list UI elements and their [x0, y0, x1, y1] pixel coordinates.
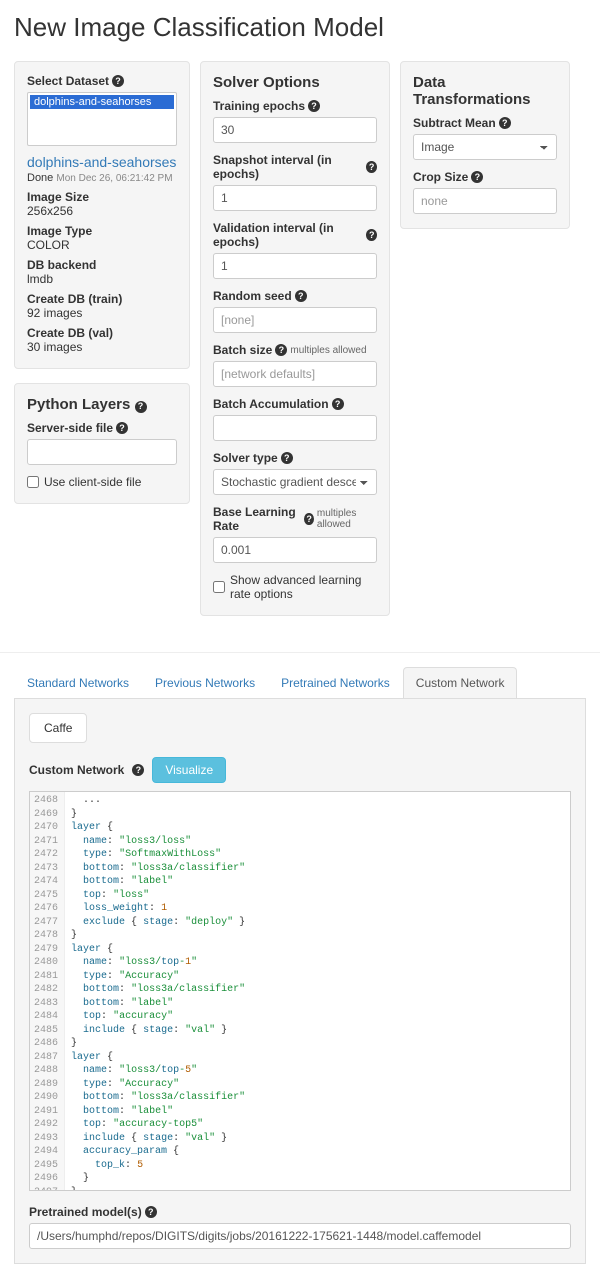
training-epochs-input[interactable]	[213, 117, 377, 143]
dataset-meta: Image Size256x256 Image TypeCOLOR DB backe…	[27, 190, 177, 354]
dataset-meta-key: Image Type	[27, 224, 177, 238]
dataset-meta-value: lmdb	[27, 272, 177, 286]
help-icon[interactable]: ?	[132, 764, 144, 776]
server-side-file-label: Server-side file ?	[27, 421, 177, 435]
snapshot-interval-input[interactable]	[213, 185, 377, 211]
solver-type-label: Solver type ?	[213, 451, 377, 465]
help-icon[interactable]: ?	[145, 1206, 157, 1218]
data-transformations-panel: Data Transformations Subtract Mean ? Ima…	[400, 61, 570, 229]
code-gutter: 2468 2469 2470 2471 2472 2473 2474 2475 …	[30, 792, 65, 1190]
dataset-meta-value: 30 images	[27, 340, 177, 354]
training-epochs-label: Training epochs ?	[213, 99, 377, 113]
dataset-list-item[interactable]: dolphins-and-seahorses	[30, 95, 174, 109]
snapshot-interval-label: Snapshot interval (in epochs) ?	[213, 153, 377, 181]
crop-size-input[interactable]	[413, 188, 557, 214]
custom-network-editor[interactable]: 2468 2469 2470 2471 2472 2473 2474 2475 …	[29, 791, 571, 1191]
help-icon[interactable]: ?	[135, 401, 147, 413]
dataset-status: Done Mon Dec 26, 06:21:42 PM	[27, 172, 177, 184]
pretrained-models-input[interactable]	[29, 1223, 571, 1249]
client-side-file-label: Use client-side file	[44, 475, 141, 489]
dataset-listbox[interactable]: dolphins-and-seahorses	[27, 92, 177, 146]
select-dataset-panel: Select Dataset ? dolphins-and-seahorses …	[14, 61, 190, 369]
pretrained-models-label: Pretrained model(s) ?	[29, 1205, 571, 1219]
show-advanced-lr-label: Show advanced learning rate options	[230, 573, 377, 601]
batch-size-label: Batch size ? multiples allowed	[213, 343, 377, 357]
show-advanced-lr-checkbox[interactable]: Show advanced learning rate options	[213, 573, 377, 601]
help-icon[interactable]: ?	[471, 171, 483, 183]
help-icon[interactable]: ?	[116, 422, 128, 434]
tab-standard-networks[interactable]: Standard Networks	[14, 667, 142, 698]
dataset-meta-value: 92 images	[27, 306, 177, 320]
help-icon[interactable]: ?	[281, 452, 293, 464]
dataset-selected-link[interactable]: dolphins-and-seahorses	[27, 154, 177, 170]
show-advanced-lr-checkbox-input[interactable]	[213, 581, 225, 593]
dataset-meta-key: DB backend	[27, 258, 177, 272]
client-side-file-checkbox[interactable]: Use client-side file	[27, 475, 177, 489]
dataset-meta-key: Create DB (train)	[27, 292, 177, 306]
help-icon[interactable]: ?	[366, 161, 377, 173]
tab-custom-network[interactable]: Custom Network	[403, 667, 518, 698]
batch-size-multiples-note: multiples allowed	[290, 345, 366, 356]
base-learning-rate-label: Base Learning Rate ? multiples allowed	[213, 505, 377, 533]
learning-rate-multiples-note: multiples allowed	[317, 508, 377, 530]
dataset-meta-value: COLOR	[27, 238, 177, 252]
code-content[interactable]: ...}layer { name: "loss3/loss" type: "So…	[65, 792, 570, 1190]
solver-type-select[interactable]: Stochastic gradient descent (SGD)	[213, 469, 377, 495]
python-layers-heading: Python Layers ?	[27, 396, 177, 413]
dataset-meta-value: 256x256	[27, 204, 177, 218]
batch-size-input[interactable]	[213, 361, 377, 387]
visualize-button[interactable]: Visualize	[152, 757, 226, 783]
base-learning-rate-input[interactable]	[213, 537, 377, 563]
help-icon[interactable]: ?	[308, 100, 320, 112]
data-transformations-heading: Data Transformations	[413, 74, 557, 108]
select-dataset-label: Select Dataset ?	[27, 74, 177, 88]
dataset-meta-key: Image Size	[27, 190, 177, 204]
select-dataset-heading: Select Dataset	[27, 74, 109, 88]
help-icon[interactable]: ?	[295, 290, 307, 302]
page-title: New Image Classification Model	[14, 12, 586, 43]
solver-options-heading: Solver Options	[213, 74, 377, 91]
custom-network-tab-body: Caffe Custom Network ? Visualize 2468 24…	[14, 699, 586, 1264]
custom-network-label: Custom Network	[29, 763, 124, 777]
solver-options-panel: Solver Options Training epochs ? Snapsho…	[200, 61, 390, 616]
subtract-mean-select[interactable]: Image	[413, 134, 557, 160]
help-icon[interactable]: ?	[332, 398, 344, 410]
network-tabs: Standard NetworksPrevious NetworksPretra…	[14, 667, 586, 699]
python-layers-panel: Python Layers ? Server-side file ? Use c…	[14, 383, 190, 504]
help-icon[interactable]: ?	[275, 344, 287, 356]
crop-size-label: Crop Size ?	[413, 170, 557, 184]
help-icon[interactable]: ?	[304, 513, 313, 525]
random-seed-input[interactable]	[213, 307, 377, 333]
validation-interval-input[interactable]	[213, 253, 377, 279]
validation-interval-label: Validation interval (in epochs) ?	[213, 221, 377, 249]
subtract-mean-label: Subtract Mean ?	[413, 116, 557, 130]
help-icon[interactable]: ?	[366, 229, 377, 241]
subtab-caffe[interactable]: Caffe	[29, 713, 87, 743]
tab-previous-networks[interactable]: Previous Networks	[142, 667, 268, 698]
dataset-meta-key: Create DB (val)	[27, 326, 177, 340]
client-side-file-checkbox-input[interactable]	[27, 476, 39, 488]
server-side-file-input[interactable]	[27, 439, 177, 465]
batch-accumulation-input[interactable]	[213, 415, 377, 441]
help-icon[interactable]: ?	[499, 117, 511, 129]
divider	[0, 652, 600, 653]
help-icon[interactable]: ?	[112, 75, 124, 87]
tab-pretrained-networks[interactable]: Pretrained Networks	[268, 667, 403, 698]
random-seed-label: Random seed ?	[213, 289, 377, 303]
batch-accumulation-label: Batch Accumulation ?	[213, 397, 377, 411]
